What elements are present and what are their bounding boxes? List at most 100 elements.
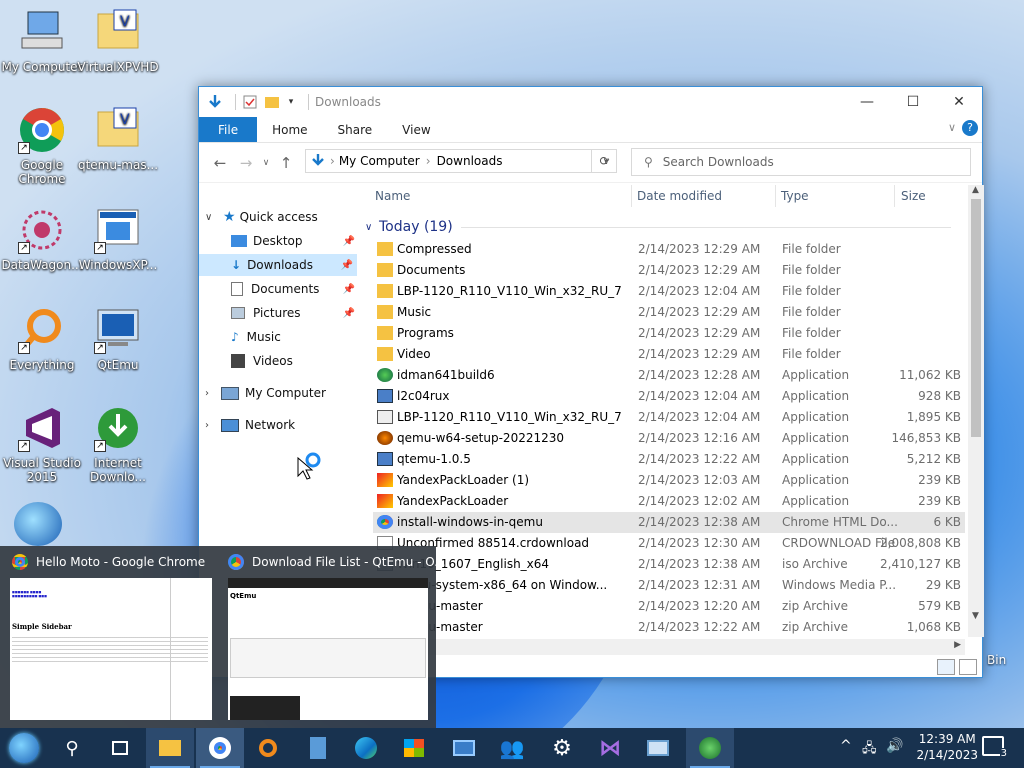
file-row[interactable]: YandexPackLoader (1) 2/14/2023 12:03 AM Ap…: [373, 470, 965, 491]
desktop-icon-datawagon[interactable]: ↗ DataWagon...: [0, 206, 84, 272]
taskbar-edge[interactable]: [342, 728, 390, 768]
refresh-button[interactable]: ⟳: [591, 149, 617, 173]
file-row[interactable]: l2c04rux 2/14/2023 12:04 AM Application 928…: [373, 386, 965, 407]
thumbnail-qtemu-preview[interactable]: QtEmu: [228, 578, 428, 720]
pin-icon[interactable]: 📌: [341, 260, 353, 271]
nav-desktop[interactable]: Desktop 📌: [231, 230, 355, 252]
qat-dropdown-icon[interactable]: ▾: [286, 94, 296, 110]
desktop-icon-everything[interactable]: ↗ Everything: [0, 306, 84, 372]
pin-icon[interactable]: 📌: [343, 284, 355, 295]
volume-icon[interactable]: 🔊: [886, 738, 903, 754]
nav-pictures[interactable]: Pictures 📌: [231, 302, 355, 324]
pin-icon[interactable]: 📌: [343, 236, 355, 247]
taskbar-store[interactable]: [390, 728, 438, 768]
task-view-button[interactable]: [96, 728, 144, 768]
search-input[interactable]: ⚲ Search Downloads: [631, 148, 971, 176]
scroll-right-icon[interactable]: ▶: [954, 640, 961, 650]
tab-view[interactable]: View: [387, 117, 445, 142]
ribbon-expand-icon[interactable]: ∨: [948, 121, 956, 134]
column-type[interactable]: Type: [781, 183, 809, 209]
expand-chevron-icon[interactable]: ∨: [205, 212, 219, 223]
column-size[interactable]: Size: [901, 183, 926, 209]
details-view-button[interactable]: [937, 659, 955, 675]
scroll-up-icon[interactable]: ▲: [972, 185, 979, 195]
start-button[interactable]: [0, 728, 48, 768]
file-row[interactable]: Music 2/14/2023 12:29 AM File folder: [373, 302, 965, 323]
taskbar-remote-desktop[interactable]: [634, 728, 682, 768]
search-button[interactable]: ⚲: [48, 728, 96, 768]
desktop-icon-virtualxpvhd[interactable]: V VirtualXPVHD: [76, 8, 160, 74]
windows-orb-icon[interactable]: [14, 502, 62, 546]
nav-quick-access[interactable]: ∨ ★ Quick access: [205, 206, 318, 228]
nav-documents[interactable]: Documents 📌: [231, 278, 355, 300]
nav-network[interactable]: › Network: [205, 414, 295, 436]
desktop-icon-qtemu[interactable]: ↗ QtEmu: [76, 306, 160, 372]
breadcrumb-my-computer[interactable]: My Computer: [339, 154, 420, 168]
taskbar-media-player[interactable]: [440, 728, 488, 768]
pin-icon[interactable]: 📌: [343, 308, 355, 319]
file-row[interactable]: qemu-w64-setup-20221230 2/14/2023 12:16 A…: [373, 428, 965, 449]
group-header-today[interactable]: ∨ Today (19): [365, 215, 951, 239]
file-row[interactable]: Win10_1607_English_x64 2/14/2023 12:38 AM…: [373, 554, 965, 575]
taskbar-settings[interactable]: ⚙: [538, 728, 586, 768]
desktop-icon-visual-studio-2015[interactable]: ↗ Visual Studio 2015: [0, 404, 84, 484]
file-row[interactable]: Programs 2/14/2023 12:29 AM File folder: [373, 323, 965, 344]
maximize-button[interactable]: ☐: [890, 87, 936, 117]
taskbar-everything[interactable]: [244, 728, 292, 768]
minimize-button[interactable]: —: [844, 87, 890, 117]
file-row[interactable]: LBP-1120_R110_V110_Win_x32_RU_7 2/14/2023…: [373, 407, 965, 428]
vertical-scrollbar[interactable]: ▲ ▼: [968, 185, 984, 637]
recycle-bin-label[interactable]: Bin: [987, 653, 1006, 667]
taskbar-visual-studio[interactable]: ⋈: [586, 728, 634, 768]
tray-overflow-icon[interactable]: ^: [840, 738, 852, 754]
up-icon[interactable]: ↑: [273, 154, 299, 172]
thumbnail-title-qtemu[interactable]: Download File List - QtEmu - O...: [228, 554, 446, 570]
help-icon[interactable]: ?: [962, 120, 978, 136]
taskbar-people[interactable]: 👥: [488, 728, 536, 768]
file-row[interactable]: Video 2/14/2023 12:29 AM File folder: [373, 344, 965, 365]
taskbar-file-explorer[interactable]: [146, 728, 194, 768]
file-row[interactable]: Compressed 2/14/2023 12:29 AM File folder: [373, 239, 965, 260]
desktop-icon-google-chrome[interactable]: ↗ Google Chrome: [0, 106, 84, 186]
desktop-icon-qtemu-mas[interactable]: Vqtemu-mas...: [76, 106, 160, 172]
scroll-thumb[interactable]: [971, 199, 981, 437]
collapse-chevron-icon[interactable]: ›: [205, 388, 221, 399]
thumbnail-title-chrome[interactable]: Hello Moto - Google Chrome: [12, 554, 205, 570]
file-row[interactable]: qtemu-1.0.5 2/14/2023 12:22 AM Application…: [373, 449, 965, 470]
column-date-modified[interactable]: Date modified: [637, 183, 722, 209]
tab-file[interactable]: File: [199, 117, 258, 142]
tab-home[interactable]: Home: [257, 117, 322, 142]
file-row[interactable]: qtemu-master 2/14/2023 12:20 AM zip Archiv…: [373, 596, 965, 617]
file-row[interactable]: idman641build6 2/14/2023 12:28 AM Applicat…: [373, 365, 965, 386]
close-button[interactable]: ✕: [936, 87, 982, 117]
file-row[interactable]: qtemu-master 2/14/2023 12:22 AM zip Archiv…: [373, 617, 965, 638]
tab-share[interactable]: Share: [323, 117, 388, 142]
taskbar-calculator[interactable]: [294, 728, 342, 768]
nav-downloads[interactable]: ↓ Downloads 📌: [199, 254, 357, 276]
address-bar[interactable]: › My Computer › Downloads ∨: [305, 149, 617, 173]
breadcrumb-downloads[interactable]: Downloads: [437, 154, 503, 168]
taskbar-internet-download-manager[interactable]: [686, 728, 734, 768]
network-tray-icon[interactable]: 🖧: [862, 739, 877, 761]
desktop-icon-internet-downlo[interactable]: ↗ Internet Downlo...: [76, 404, 160, 484]
nav-my-computer[interactable]: › My Computer: [205, 382, 326, 404]
file-row[interactable]: Documents 2/14/2023 12:29 AM File folder: [373, 260, 965, 281]
desktop-icon-my-computer[interactable]: My Computer: [0, 8, 84, 74]
new-folder-icon[interactable]: [264, 94, 280, 110]
horizontal-scrollbar[interactable]: ▶: [365, 639, 965, 655]
file-row[interactable]: Unconfirmed 88514.crdownload 2/14/2023 12…: [373, 533, 965, 554]
collapse-chevron-icon[interactable]: ›: [205, 420, 221, 431]
scroll-down-icon[interactable]: ▼: [972, 611, 979, 621]
nav-videos[interactable]: Videos: [231, 350, 293, 372]
recent-locations-icon[interactable]: ∨: [259, 158, 273, 168]
group-collapse-icon[interactable]: ∨: [365, 222, 379, 233]
column-name[interactable]: Name: [375, 183, 410, 209]
taskbar-chrome[interactable]: [196, 728, 244, 768]
properties-icon[interactable]: [242, 94, 258, 110]
taskbar-clock[interactable]: 12:39 AM 2/14/2023: [916, 731, 978, 763]
back-icon[interactable]: ←: [207, 154, 233, 172]
nav-music[interactable]: ♪ Music: [231, 326, 281, 348]
desktop-icon-windowsxp[interactable]: ↗ WindowsXP...: [76, 206, 160, 272]
file-row[interactable]: LBP-1120_R110_V110_Win_x32_RU_7 2/14/2023…: [373, 281, 965, 302]
forward-icon[interactable]: →: [233, 154, 259, 172]
